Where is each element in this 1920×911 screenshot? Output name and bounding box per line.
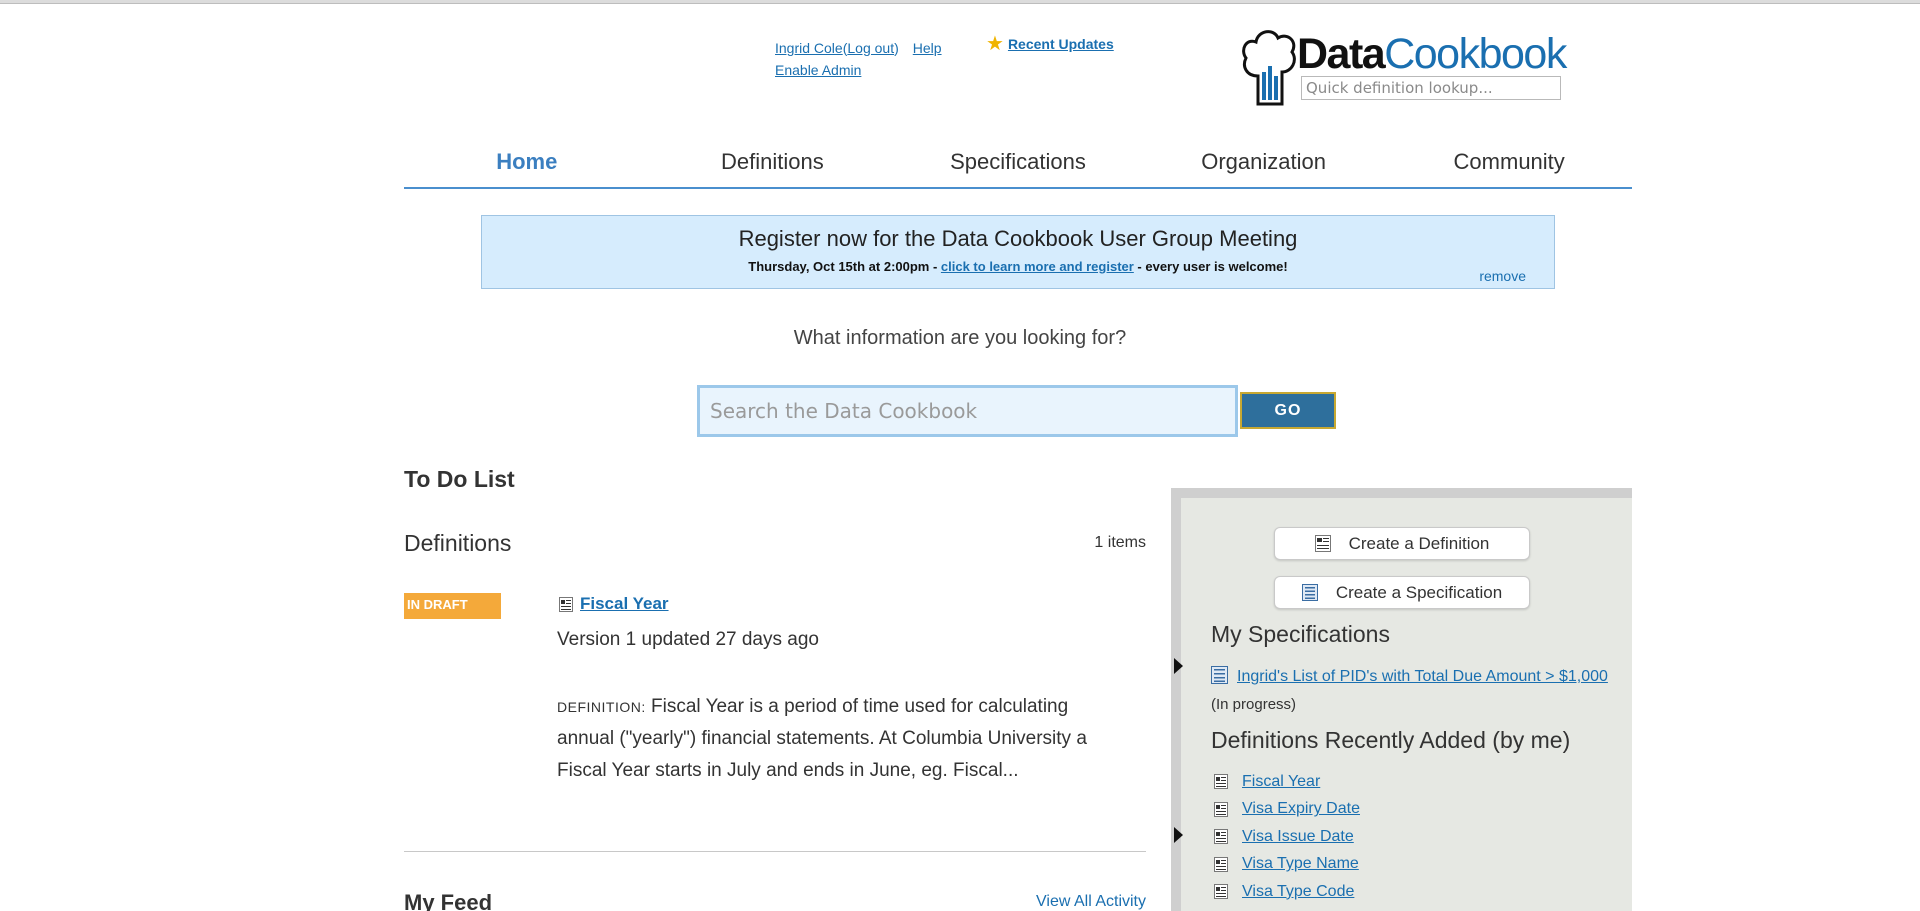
create-definition-button[interactable]: Create a Definition (1274, 527, 1530, 560)
register-link[interactable]: click to learn more and register (941, 259, 1134, 274)
todo-list-title: To Do List (404, 466, 515, 492)
recent-definition-link[interactable]: Fiscal Year (1242, 773, 1320, 791)
fiscal-year-link[interactable]: Fiscal Year (580, 594, 669, 614)
definition-icon (1214, 884, 1228, 900)
chef-hat-logo-icon (1242, 30, 1296, 106)
recent-definition-link[interactable]: Visa Issue Date (1242, 828, 1354, 846)
my-feed-title: My Feed (404, 890, 493, 911)
spec-list-item: Ingrid's List of PID's with Total Due Am… (1211, 663, 1611, 719)
banner-title: Register now for the Data Cookbook User … (738, 226, 1298, 251)
definition-icon (1214, 856, 1228, 872)
recent-definitions-list: Fiscal Year Visa Expiry Date Visa Issue … (1214, 768, 1360, 906)
banner-details: Thursday, Oct 15th at 2:00pm - click to … (748, 259, 1288, 274)
item-version: Version 1 updated 27 days ago (557, 629, 819, 650)
definition-icon (1214, 801, 1228, 817)
create-specification-button[interactable]: Create a Specification (1274, 576, 1530, 609)
definition-icon (559, 596, 573, 612)
recent-definition-link[interactable]: Visa Type Code (1242, 883, 1354, 901)
definition-label: DEFINITION: (557, 699, 646, 715)
tab-community[interactable]: Community (1386, 145, 1632, 187)
list-item: Visa Type Name (1214, 851, 1360, 879)
help-link[interactable]: Help (913, 40, 942, 56)
spec-status: (In progress) (1211, 696, 1297, 713)
search-input[interactable] (697, 385, 1238, 437)
section-divider (404, 851, 1146, 852)
announcement-banner: Register now for the Data Cookbook User … (481, 215, 1555, 289)
items-count: 1 items (1094, 534, 1146, 551)
enable-admin-link[interactable]: Enable Admin (775, 62, 861, 78)
user-name-link[interactable]: Ingrid Cole (775, 40, 843, 56)
logo-wordmark: DataCookbook (1297, 30, 1567, 78)
go-button[interactable]: GO (1240, 392, 1336, 429)
view-all-activity-link[interactable]: View All Activity (1020, 893, 1146, 911)
list-item: Visa Type Code (1214, 878, 1360, 906)
quick-lookup-input[interactable] (1301, 76, 1561, 100)
recent-definitions-title: Definitions Recently Added (by me) (1211, 727, 1571, 753)
spec-link[interactable]: Ingrid's List of PID's with Total Due Am… (1237, 668, 1608, 685)
definition-icon (1214, 774, 1228, 790)
tab-home[interactable]: Home (404, 145, 650, 187)
status-badge: IN DRAFT (404, 593, 501, 619)
user-links: Ingrid Cole(Log out) Help Enable Admin (775, 40, 942, 78)
list-item: Visa Issue Date (1214, 823, 1360, 851)
tab-organization[interactable]: Organization (1141, 145, 1387, 187)
banner-remove-link[interactable]: remove (1479, 268, 1526, 284)
todo-definitions-heading: Definitions (404, 530, 512, 556)
specification-icon (1211, 666, 1228, 684)
main-nav: Home Definitions Specifications Organiza… (404, 145, 1632, 189)
recent-definition-link[interactable]: Visa Expiry Date (1242, 800, 1360, 818)
recent-updates-link[interactable]: Recent Updates (1008, 36, 1114, 52)
tab-specifications[interactable]: Specifications (895, 145, 1141, 187)
star-icon: ★ (986, 33, 1004, 55)
tab-definitions[interactable]: Definitions (650, 145, 896, 187)
logout-link[interactable]: Log out (847, 40, 894, 56)
panel-collapse-arrow-icon[interactable] (1174, 658, 1183, 674)
specification-icon (1301, 584, 1318, 601)
definition-icon (1314, 535, 1331, 552)
search-question: What information are you looking for? (793, 327, 1127, 349)
my-specifications-title: My Specifications (1211, 621, 1390, 647)
todo-item-title: Fiscal Year (559, 594, 669, 614)
recent-updates[interactable]: ★ Recent Updates (986, 33, 1114, 55)
panel-expand-arrow-icon[interactable] (1174, 827, 1183, 843)
window-top-border (0, 0, 1920, 4)
definition-icon (1214, 829, 1228, 845)
list-item: Visa Expiry Date (1214, 796, 1360, 824)
item-definition: DEFINITION: Fiscal Year is a period of t… (557, 691, 1117, 787)
list-item: Fiscal Year (1214, 768, 1360, 796)
recent-definition-link[interactable]: Visa Type Name (1242, 855, 1359, 873)
